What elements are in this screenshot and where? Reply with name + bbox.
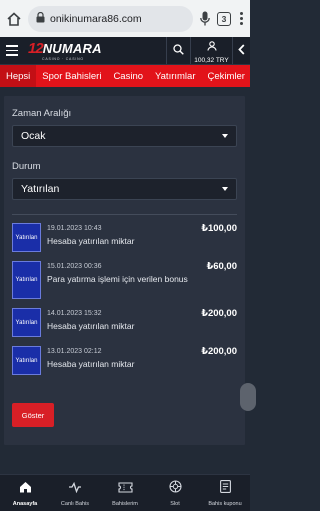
date-range-select[interactable]: Ocak xyxy=(12,125,237,147)
browser-menu-icon[interactable] xyxy=(236,10,246,28)
transaction-date: 15.01.2023 00:36 xyxy=(47,263,102,270)
user-icon xyxy=(206,38,217,56)
transaction-date: 13.01.2023 02:12 xyxy=(47,348,102,355)
browser-toolbar: onikinumara86.com 3 xyxy=(0,0,250,37)
tab-yatirimlar[interactable]: Yatırımlar xyxy=(149,65,201,87)
transaction-type-badge: Yatırılan xyxy=(12,261,41,299)
microphone-icon[interactable] xyxy=(198,10,212,28)
chevron-left-icon xyxy=(238,42,245,60)
logo-word: NUMARA xyxy=(42,40,102,56)
transaction-row: Yatırılan 19.01.2023 10:43 ₺100,00 Hesab… xyxy=(12,223,237,252)
transaction-row: Yatırılan 15.01.2023 00:36 ₺60,00 Para y… xyxy=(12,261,237,299)
status-value: Yatırılan xyxy=(21,183,60,195)
address-bar[interactable]: onikinumara86.com xyxy=(28,5,193,32)
account-button[interactable]: 100,32 TRY xyxy=(190,37,232,64)
transaction-history-panel: Zaman Aralığı Ocak Durum Yatırılan Yatır… xyxy=(4,96,245,445)
dropdown-arrow-icon xyxy=(222,187,228,191)
url-text: onikinumara86.com xyxy=(50,12,142,25)
date-range-value: Ocak xyxy=(21,130,46,142)
transaction-description: Hesaba yatırılan miktar xyxy=(47,359,135,369)
account-balance: 100,32 TRY xyxy=(194,56,229,64)
transaction-amount: ₺100,00 xyxy=(201,223,237,234)
betslip-icon xyxy=(219,479,231,498)
transaction-row: Yatırılan 13.01.2023 02:12 ₺200,00 Hesab… xyxy=(12,346,237,375)
site-header: 12 NUMARA CASINO · CASINO 100,32 TRY xyxy=(0,37,250,65)
tab-hepsi[interactable]: Hepsi xyxy=(0,65,37,87)
logo-tagline: CASINO · CASINO xyxy=(42,56,84,61)
site-logo[interactable]: 12 NUMARA CASINO · CASINO xyxy=(24,37,166,64)
nav-canli-bahis[interactable]: Canlı Bahis xyxy=(50,475,100,511)
hamburger-menu-icon[interactable] xyxy=(0,37,24,64)
date-range-label: Zaman Aralığı xyxy=(12,108,72,119)
transaction-type-badge: Yatırılan xyxy=(12,223,41,252)
nav-bahislerim[interactable]: Bahislerim xyxy=(100,475,150,511)
nav-anasayfa[interactable]: Anasayfa xyxy=(0,475,50,511)
tab-cekimler[interactable]: Çekimler xyxy=(201,65,250,87)
transaction-amount: ₺60,00 xyxy=(206,261,237,272)
collapse-button[interactable] xyxy=(232,37,250,64)
transaction-type-badge: Yatırılan xyxy=(12,346,41,375)
slot-icon xyxy=(168,479,182,498)
transaction-amount: ₺200,00 xyxy=(201,346,237,357)
transaction-type-badge: Yatırılan xyxy=(12,308,41,337)
divider xyxy=(12,214,237,215)
search-button[interactable] xyxy=(166,37,190,64)
transaction-description: Para yatırma işlemi için verilen bonus xyxy=(47,274,188,284)
transaction-row: Yatırılan 14.01.2023 15:32 ₺200,00 Hesab… xyxy=(12,308,237,337)
show-button[interactable]: Göster xyxy=(12,403,54,427)
lock-icon xyxy=(36,10,45,28)
nav-label: Bahislerim xyxy=(112,500,138,507)
logo-number: 12 xyxy=(28,39,44,57)
nav-slot[interactable]: Slot xyxy=(150,475,200,511)
tab-spor-bahisleri[interactable]: Spor Bahisleri xyxy=(36,65,107,87)
nav-label: Canlı Bahis xyxy=(60,500,90,507)
bottom-navigation: Anasayfa Canlı Bahis Bahislerim Slot Bah… xyxy=(0,474,250,511)
status-label: Durum xyxy=(12,161,41,172)
home-icon xyxy=(19,480,32,498)
status-select[interactable]: Yatırılan xyxy=(12,178,237,200)
nav-label: Anasayfa xyxy=(12,500,38,507)
history-tabs: Hepsi Spor Bahisleri Casino Yatırımlar Ç… xyxy=(0,65,250,87)
transaction-description: Hesaba yatırılan miktar xyxy=(47,236,135,246)
transaction-amount: ₺200,00 xyxy=(201,308,237,319)
nav-label: Bahis kuponu xyxy=(208,500,242,507)
dropdown-arrow-icon xyxy=(222,134,228,138)
tab-switcher-button[interactable]: 3 xyxy=(217,11,231,26)
live-betting-icon xyxy=(68,480,82,498)
tab-casino[interactable]: Casino xyxy=(107,65,149,87)
transaction-date: 19.01.2023 10:43 xyxy=(47,225,102,232)
ticket-icon xyxy=(117,480,133,498)
transaction-date: 14.01.2023 15:32 xyxy=(47,310,102,317)
nav-label: Slot xyxy=(170,500,180,507)
transaction-description: Hesaba yatırılan miktar xyxy=(47,321,135,331)
nav-bahis-kuponu[interactable]: Bahis kuponu xyxy=(200,475,250,511)
home-icon[interactable] xyxy=(5,10,23,28)
search-icon xyxy=(173,42,184,60)
scroll-handle[interactable] xyxy=(240,383,256,411)
